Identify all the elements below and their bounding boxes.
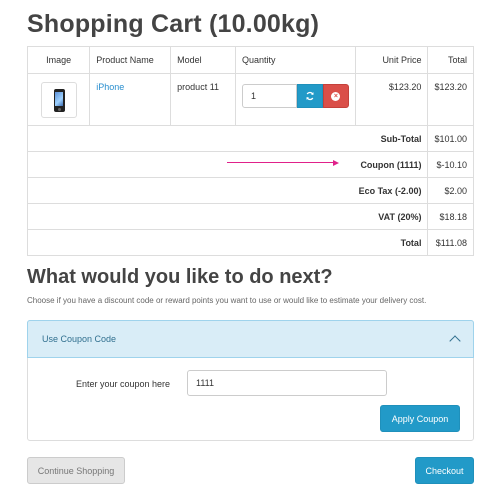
total-value: $111.08 bbox=[427, 229, 474, 256]
table-row: iPhone product 11 × bbox=[26, 73, 474, 126]
header-quantity: Quantity bbox=[234, 46, 356, 74]
vat-value: $18.18 bbox=[427, 203, 474, 230]
remove-item-button[interactable]: × bbox=[322, 84, 349, 108]
coupon-panel-header[interactable]: Use Coupon Code bbox=[27, 320, 474, 358]
eco-tax-label: Eco Tax (-2.00) bbox=[26, 177, 429, 204]
next-steps-heading: What would you like to do next? bbox=[27, 266, 333, 288]
next-steps-description: Choose if you have a discount code or re… bbox=[27, 296, 427, 305]
header-product-name: Product Name bbox=[89, 46, 172, 74]
coupon-input[interactable] bbox=[187, 370, 387, 396]
product-model: product 11 bbox=[170, 73, 236, 126]
annotation-arrow bbox=[227, 160, 339, 166]
product-link[interactable]: iPhone bbox=[96, 82, 124, 92]
table-header-row: Image Product Name Model Quantity Unit P… bbox=[26, 46, 474, 74]
product-name-cell: iPhone bbox=[89, 73, 172, 126]
subtotal-value: $101.00 bbox=[427, 125, 474, 152]
quantity-cell: × bbox=[234, 73, 356, 126]
product-total: $123.20 bbox=[427, 73, 474, 126]
header-unit-price: Unit Price bbox=[354, 46, 429, 74]
coupon-panel-title: Use Coupon Code bbox=[42, 334, 117, 344]
cart-table: Image Product Name Model Quantity Unit P… bbox=[26, 46, 474, 256]
update-quantity-button[interactable] bbox=[296, 84, 323, 108]
page-title: Shopping Cart (10.00kg) bbox=[27, 10, 320, 38]
header-model: Model bbox=[170, 46, 236, 74]
coupon-input-label: Enter your coupon here bbox=[76, 379, 171, 389]
close-icon: × bbox=[331, 91, 341, 101]
product-thumbnail[interactable] bbox=[40, 82, 77, 118]
continue-shopping-button[interactable]: Continue Shopping bbox=[27, 457, 125, 484]
product-image-cell bbox=[26, 73, 91, 126]
apply-coupon-button[interactable]: Apply Coupon bbox=[380, 405, 460, 432]
header-image: Image bbox=[26, 46, 91, 74]
summary-row: Sub-Total $101.00 bbox=[26, 125, 474, 152]
refresh-icon bbox=[306, 91, 314, 101]
unit-price: $123.20 bbox=[354, 73, 429, 126]
subtotal-label: Sub-Total bbox=[26, 125, 429, 152]
summary-row: Eco Tax (-2.00) $2.00 bbox=[26, 177, 474, 204]
coupon-value: $-10.10 bbox=[427, 151, 474, 178]
vat-label: VAT (20%) bbox=[26, 203, 429, 230]
chevron-up-icon bbox=[449, 334, 459, 344]
summary-row: Total $111.08 bbox=[26, 229, 474, 256]
total-label: Total bbox=[26, 229, 429, 256]
checkout-button[interactable]: Checkout bbox=[415, 457, 474, 484]
header-total: Total bbox=[427, 46, 474, 74]
summary-row: VAT (20%) $18.18 bbox=[26, 203, 474, 230]
quantity-input[interactable] bbox=[241, 84, 297, 108]
eco-tax-value: $2.00 bbox=[427, 177, 474, 204]
coupon-panel: Use Coupon Code Enter your coupon here A… bbox=[27, 320, 474, 441]
iphone-icon bbox=[53, 89, 65, 112]
